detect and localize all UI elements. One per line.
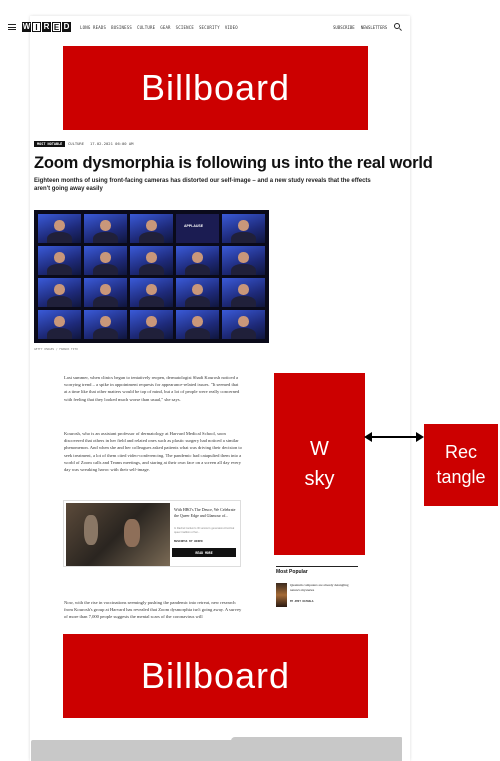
nav-item-science[interactable]: SCIENCE [176,25,194,30]
most-popular-heading: Most Popular [276,569,308,575]
participant-tile [222,246,265,275]
article-dek: Eighteen months of using front-facing ca… [34,178,371,192]
participant-tile [38,278,81,307]
participant-tile [130,214,173,243]
logo-letter: D [62,22,71,32]
most-popular-thumbnail[interactable] [276,583,287,607]
nav-item-culture[interactable]: CULTURE [137,25,155,30]
arrow-right-icon [416,432,424,442]
logo-letter: I [32,22,41,32]
most-popular-item[interactable]: Quantum computers are already detangling… [276,583,358,609]
divider [276,566,358,567]
participant-tile [222,310,265,339]
header-actions: SUBSCRIBE NEWSLETTERS [333,25,387,30]
subscribe-link[interactable]: SUBSCRIBE [333,25,355,30]
participant-tile [84,214,127,243]
article-paragraph: Last summer, when clinics began to tenta… [64,375,240,402]
arrow-left-icon [364,432,372,442]
related-article-title[interactable]: With HBO's The Deuce, We Celebrate the Q… [174,507,240,519]
footer-placeholder [31,737,402,761]
search-icon[interactable] [394,23,400,29]
participant-tile [84,246,127,275]
read-more-button[interactable]: READ MORE [172,548,236,557]
participant-tile [38,246,81,275]
most-popular-item-title[interactable]: Quantum computers are already detangling… [290,583,354,592]
article-paragraph: Now, with the rise in vaccinations seemi… [64,600,242,620]
participant-tile [222,214,265,243]
most-popular-section: Most Popular Quantum computers are alrea… [276,566,358,609]
article-tag-badge[interactable]: MOST NOTABLE [34,141,66,147]
participant-tile [84,310,127,339]
main-nav: LONG READS BUSINESS CULTURE GEAR SCIENCE… [80,25,238,30]
logo-letter: W [22,22,31,32]
most-popular-item-author: BY AMIT KATWALA [290,600,314,603]
video-call-grid: APPLAUSE [38,214,265,339]
hero-image: APPLAUSE [34,210,269,343]
article-meta: CULTURE 17.02.2021 06:00 AM [68,141,133,146]
newsletters-link[interactable]: NEWSLETTERS [361,25,388,30]
billboard-ad-bottom[interactable]: Billboard [63,634,368,718]
nav-item-security[interactable]: SECURITY [199,25,220,30]
article-section[interactable]: CULTURE [68,141,84,146]
participant-tile [38,214,81,243]
double-arrow-line [368,436,420,438]
participant-tile [130,278,173,307]
menu-icon[interactable] [8,24,16,30]
related-article-tag: BUSINESS BY WIRED [174,539,203,543]
participant-tile [84,278,127,307]
logo-letter: E [52,22,61,32]
participant-tile [222,278,265,307]
participant-tile [176,310,219,339]
participant-tile [38,310,81,339]
article-paragraph: Kourosh, who is an assistant professor o… [64,431,242,473]
nav-item-gear[interactable]: GEAR [160,25,170,30]
nav-item-business[interactable]: BUSINESS [111,25,132,30]
participant-tile [176,246,219,275]
participant-tile [130,246,173,275]
wired-logo[interactable]: W I R E D [22,22,71,32]
event-logo-label: APPLAUSE [184,224,204,228]
wsky-ad[interactable]: W sky [274,373,365,555]
event-logo-tile: APPLAUSE [176,214,219,243]
participant-tile [176,278,219,307]
article-date: 17.02.2021 06:00 AM [90,141,134,146]
logo-letter: R [42,22,51,32]
nav-item-video[interactable]: VIDEO [225,25,238,30]
rectangle-ad[interactable]: Rec tangle [424,424,498,506]
participant-tile [130,310,173,339]
nav-item-long-reads[interactable]: LONG READS [80,25,106,30]
billboard-ad-top[interactable]: Billboard [63,46,368,130]
article-headline: Zoom dysmorphia is following us into the… [34,154,433,172]
related-article-image[interactable] [66,503,170,566]
hero-caption: GETTY IMAGES / FRANCK TITO [34,347,78,351]
related-article-subtitle: In Rachel Carlson's ID version's generat… [174,527,235,534]
